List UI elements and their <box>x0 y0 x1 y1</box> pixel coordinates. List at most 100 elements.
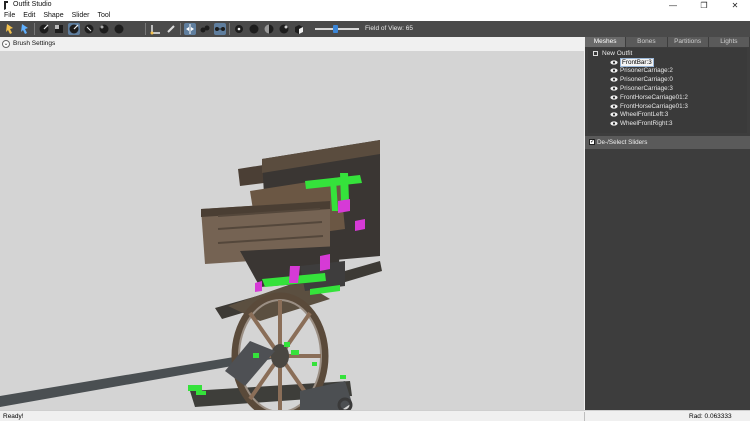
toolbar-separator <box>145 23 146 35</box>
toolbar-separator <box>229 23 230 35</box>
menu-slider[interactable]: Slider <box>72 11 90 21</box>
mesh-name-label: PrisonerCarriage:3 <box>620 84 673 92</box>
toolbar: Field of View: 65 <box>0 21 750 37</box>
color-button[interactable] <box>278 23 290 35</box>
mesh-tree-item[interactable]: FrontHorseCarriage01:2 <box>610 93 688 101</box>
menu-file[interactable]: File <box>4 11 15 21</box>
right-panel: Meshes Bones Partitions Lights New Outfi… <box>585 37 750 410</box>
texture-button[interactable] <box>263 23 275 35</box>
xmirror-button[interactable] <box>184 23 196 35</box>
mask-brush-icon <box>39 24 49 34</box>
toggle-color-icon <box>279 24 289 34</box>
mesh-name-label: PrisonerCarriage:2 <box>620 67 673 75</box>
close-button[interactable]: ✕ <box>720 0 750 11</box>
visibility-eye-icon[interactable] <box>610 121 618 126</box>
field-of-view-slider[interactable] <box>315 25 359 33</box>
3d-viewport[interactable]: ⌄ Brush Settings <box>0 37 584 410</box>
visibility-eye-icon[interactable] <box>610 59 618 65</box>
field-of-view-label: Field of View: 65 <box>365 25 413 32</box>
toggle-texture-icon <box>264 24 274 34</box>
menu-tool[interactable]: Tool <box>98 11 111 21</box>
carriage-model-render[interactable] <box>0 51 584 410</box>
front-view-icon <box>295 25 303 34</box>
show-wireframe-icon <box>235 25 243 33</box>
tab-meshes[interactable]: Meshes <box>585 37 627 47</box>
deflate-brush-button[interactable] <box>68 23 80 35</box>
pivot-tool-icon <box>150 25 160 35</box>
brush-radius-readout: Rad: 0.063333 <box>689 413 732 420</box>
select-tool-icon <box>6 24 13 34</box>
status-divider <box>584 412 585 421</box>
mesh-tree-item[interactable]: FrontHorseCarriage01:3 <box>610 102 688 110</box>
tab-bones[interactable]: Bones <box>626 37 668 47</box>
restore-button[interactable]: ❐ <box>689 0 719 11</box>
smooth-brush-button[interactable] <box>98 23 110 35</box>
menu-bar: File Edit Shape Slider Tool <box>0 11 750 21</box>
window-title: Outfit Studio <box>13 1 52 8</box>
tree-root-label: New Outfit <box>602 50 633 57</box>
mesh-name-label: PrisonerCarriage:0 <box>620 76 673 84</box>
visibility-eye-icon[interactable] <box>610 112 618 117</box>
minimize-button[interactable]: — <box>658 0 688 11</box>
transform-tool-icon <box>21 24 28 34</box>
menu-shape[interactable]: Shape <box>43 11 63 21</box>
brush-settings-bar: ⌄ Brush Settings <box>0 37 584 51</box>
mesh-tree-item[interactable]: WheelFrontRight:3 <box>610 120 673 128</box>
sliders-header: ✓ De-/Select Sliders <box>585 136 750 149</box>
smooth-brush-icon <box>99 24 109 34</box>
visibility-eye-icon[interactable] <box>610 103 618 109</box>
visibility-eye-icon[interactable] <box>610 77 618 82</box>
pivot-tool-button[interactable] <box>150 23 162 35</box>
mask-brush-button[interactable] <box>38 23 50 35</box>
minimize-icon: — <box>669 1 677 10</box>
restore-icon: ❐ <box>700 1 708 10</box>
connected-only-button[interactable] <box>199 23 211 35</box>
toggle-lighting-icon <box>249 24 259 34</box>
slider-thumb[interactable] <box>333 25 338 33</box>
mesh-tree-item[interactable]: PrisonerCarriage:2 <box>610 67 673 75</box>
tree-root-outfit[interactable]: New Outfit <box>593 50 632 57</box>
vertex-edit-icon <box>167 25 175 33</box>
global-brush-icon <box>215 27 225 31</box>
visibility-eye-icon[interactable] <box>610 68 618 73</box>
mesh-tree-item[interactable]: PrisonerCarriage:3 <box>610 84 673 92</box>
app-logo-icon <box>4 1 8 10</box>
mesh-tree-item[interactable]: PrisonerCarriage:0 <box>610 76 673 84</box>
weight-brush-button[interactable] <box>113 23 125 35</box>
close-icon: ✕ <box>731 1 739 10</box>
transform-tool-button[interactable] <box>19 23 31 35</box>
mesh-name-label: WheelFrontRight:3 <box>620 120 673 128</box>
select-sliders-checkbox[interactable]: ✓ <box>589 139 595 145</box>
visibility-eye-icon[interactable] <box>610 86 618 91</box>
move-brush-icon <box>84 24 94 34</box>
front-view-button[interactable] <box>293 23 305 35</box>
outfit-studio-window: Outfit Studio — ❐ ✕ File Edit Shape Slid… <box>0 0 750 421</box>
brush-settings-label[interactable]: Brush Settings <box>13 40 55 47</box>
xmirror-icon <box>186 24 194 34</box>
select-tool-button[interactable] <box>4 23 16 35</box>
mesh-tree-item[interactable]: WheelFrontLeft:3 <box>610 111 668 119</box>
vertex-edit-button[interactable] <box>165 23 177 35</box>
connected-only-icon <box>200 25 210 33</box>
weight-brush-icon <box>114 24 124 34</box>
deflate-brush-icon <box>69 24 79 34</box>
move-brush-button[interactable] <box>83 23 95 35</box>
visibility-eye-icon[interactable] <box>610 95 618 100</box>
mesh-name-label: FrontHorseCarriage01:2 <box>620 93 688 101</box>
select-sliders-label[interactable]: De-/Select Sliders <box>597 139 647 146</box>
inflate-brush-icon <box>55 25 63 33</box>
menu-edit[interactable]: Edit <box>23 11 35 21</box>
panel-tabs: Meshes Bones Partitions Lights <box>585 37 750 47</box>
mesh-tree: New Outfit FrontBar:3 PrisonerCarriage:2 P… <box>588 48 747 133</box>
brush-settings-toggle[interactable]: ⌄ <box>2 40 10 48</box>
tab-partitions[interactable]: Partitions <box>667 37 709 47</box>
tab-lights[interactable]: Lights <box>708 37 750 47</box>
lighting-button[interactable] <box>248 23 260 35</box>
wireframe-button[interactable] <box>233 23 245 35</box>
collapse-icon[interactable] <box>593 51 598 56</box>
mesh-tree-item[interactable]: FrontBar:3 <box>610 57 654 67</box>
mesh-name-label: FrontBar:3 <box>620 57 654 67</box>
global-brush-button[interactable] <box>214 23 226 35</box>
toolbar-separator <box>34 23 35 35</box>
inflate-brush-button[interactable] <box>53 23 65 35</box>
